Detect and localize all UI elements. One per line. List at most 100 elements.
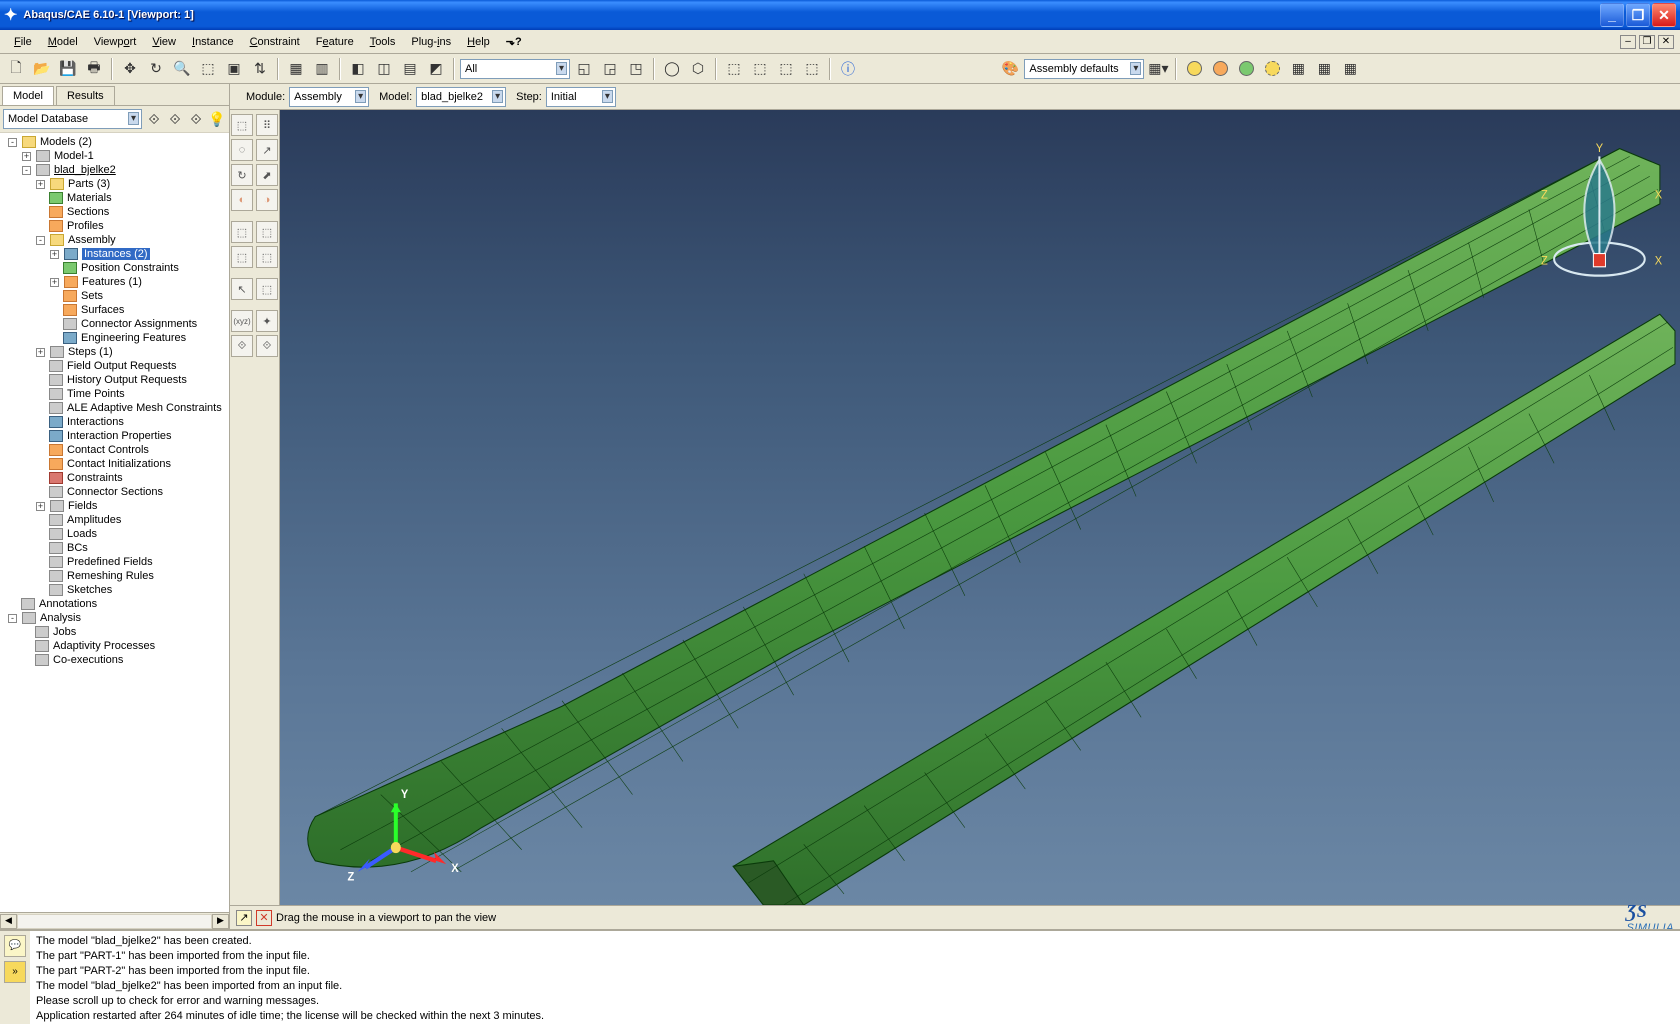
new-button[interactable]: 🗋 [4, 57, 28, 81]
tool-translate2[interactable]: ⬈ [256, 164, 278, 186]
tree-assembly[interactable]: -Assembly [32, 233, 229, 247]
tree-conn-assign[interactable]: Connector Assignments [46, 317, 229, 331]
tree-contact-init[interactable]: Contact Initializations [32, 457, 229, 471]
minimize-button[interactable]: _ [1600, 3, 1624, 27]
iso3-button[interactable]: ⬚ [774, 57, 798, 81]
color-combo[interactable]: Assembly defaults [1024, 59, 1144, 79]
tool-csys[interactable]: ✦ [256, 310, 278, 332]
module-combo[interactable]: Assembly [289, 87, 369, 107]
tree-adaptivity[interactable]: Adaptivity Processes [18, 639, 229, 653]
sel-poly-button[interactable]: ⬡ [686, 57, 710, 81]
tree-surfaces[interactable]: Surfaces [46, 303, 229, 317]
wire-button[interactable]: ◫ [372, 57, 396, 81]
tree-predef[interactable]: Predefined Fields [32, 555, 229, 569]
iso2-button[interactable]: ⬚ [748, 57, 772, 81]
menu-help[interactable]: Help [459, 33, 498, 51]
tab-model[interactable]: Model [2, 86, 54, 105]
tool-linear[interactable]: ⠿ [256, 114, 278, 136]
tree-amplitudes[interactable]: Amplitudes [32, 513, 229, 527]
tree-steps[interactable]: +Steps (1) [32, 345, 229, 359]
tool-t3[interactable]: ◐ [231, 189, 253, 211]
c1-button[interactable] [1182, 57, 1206, 81]
close-button[interactable]: ✕ [1652, 3, 1676, 27]
model-tree[interactable]: -Models (2) +Model-1 -blad_bjelke2 +Part… [0, 133, 229, 912]
tool-t6[interactable]: ⬚ [256, 246, 278, 268]
menu-whatsthis[interactable]: ⬎? [498, 32, 530, 51]
perspective-button[interactable]: ▦ [284, 57, 308, 81]
doc-minimize-button[interactable]: – [1620, 35, 1636, 49]
tree-pos-constraints[interactable]: Position Constraints [46, 261, 229, 275]
tree-sketches[interactable]: Sketches [32, 583, 229, 597]
tree-annotations[interactable]: Annotations [4, 597, 229, 611]
cycle-views-button[interactable]: ⇅ [248, 57, 272, 81]
zoom-button[interactable]: 🔍 [170, 57, 194, 81]
model-combo[interactable]: blad_bjelke2 [416, 87, 506, 107]
tree-tip-button[interactable]: 💡 [208, 110, 226, 128]
c6-button[interactable]: ▦ [1312, 57, 1336, 81]
color-cube-button[interactable]: ▦▾ [1146, 57, 1170, 81]
tool-t7[interactable]: ↖ [231, 278, 253, 300]
palette-icon[interactable]: 🎨 [998, 57, 1022, 81]
fit-button[interactable]: ▣ [222, 57, 246, 81]
tree-model-2[interactable]: -blad_bjelke2 [18, 163, 229, 177]
maximize-button[interactable]: ❐ [1626, 3, 1650, 27]
tree-conn-sections[interactable]: Connector Sections [32, 485, 229, 499]
iso4-button[interactable]: ⬚ [800, 57, 824, 81]
save-button[interactable]: 💾 [56, 57, 80, 81]
info-button[interactable]: ⓘ [836, 57, 860, 81]
shade-button[interactable]: ◧ [346, 57, 370, 81]
menu-feature[interactable]: Feature [308, 33, 362, 51]
menu-tools[interactable]: Tools [362, 33, 404, 51]
tree-bcs[interactable]: BCs [32, 541, 229, 555]
tree-loads[interactable]: Loads [32, 527, 229, 541]
tree-sections[interactable]: Sections [32, 205, 229, 219]
hidden-button[interactable]: ▤ [398, 57, 422, 81]
menu-viewport[interactable]: Viewport [86, 33, 145, 51]
tree-timepoints[interactable]: Time Points [32, 387, 229, 401]
console-messages[interactable]: The model "blad_bjelke2" has been create… [30, 931, 1680, 1024]
sel-all-button[interactable]: ◱ [572, 57, 596, 81]
parallel-button[interactable]: ▥ [310, 57, 334, 81]
shaded-button[interactable]: ◩ [424, 57, 448, 81]
tool-translate[interactable]: ↗ [256, 139, 278, 161]
menu-file[interactable]: File [6, 33, 40, 51]
menu-instance[interactable]: Instance [184, 33, 242, 51]
zoom-window-button[interactable]: ⬚ [196, 57, 220, 81]
tree-for[interactable]: Field Output Requests [32, 359, 229, 373]
tree-hor[interactable]: History Output Requests [32, 373, 229, 387]
tool-t8[interactable]: ⬚ [256, 278, 278, 300]
menu-view[interactable]: View [144, 33, 184, 51]
tree-materials[interactable]: Materials [32, 191, 229, 205]
sel-circle-button[interactable]: ◯ [660, 57, 684, 81]
pan-button[interactable]: ✥ [118, 57, 142, 81]
tool-t4[interactable]: ◑ [256, 189, 278, 211]
tool-t9[interactable]: ⟐ [231, 335, 253, 357]
c5-button[interactable]: ▦ [1286, 57, 1310, 81]
console-btn1[interactable]: 💬 [4, 935, 26, 957]
status-cancel-icon[interactable]: ✕ [256, 910, 272, 926]
tree-interaction-props[interactable]: Interaction Properties [32, 429, 229, 443]
menu-plugins[interactable]: Plug-ins [403, 33, 459, 51]
tool-t10[interactable]: ⟐ [256, 335, 278, 357]
tool-rotate[interactable]: ↻ [231, 164, 253, 186]
tree-sets[interactable]: Sets [46, 289, 229, 303]
tree-profiles[interactable]: Profiles [32, 219, 229, 233]
selection-combo[interactable]: All [460, 59, 570, 79]
tree-btn3[interactable]: ⟐ [187, 110, 205, 128]
tree-model-1[interactable]: +Model-1 [18, 149, 229, 163]
tree-coexec[interactable]: Co-executions [18, 653, 229, 667]
sel-inside-button[interactable]: ◲ [598, 57, 622, 81]
tree-parts[interactable]: +Parts (3) [32, 177, 229, 191]
tree-hscroll[interactable]: ◀▶ [0, 912, 229, 929]
viewport[interactable]: Z X Y Z X X Y [280, 110, 1680, 905]
sel-cross-button[interactable]: ◳ [624, 57, 648, 81]
iso1-button[interactable]: ⬚ [722, 57, 746, 81]
menu-model[interactable]: Model [40, 33, 86, 51]
tool-radial[interactable]: ◌ [231, 139, 253, 161]
tree-contact-controls[interactable]: Contact Controls [32, 443, 229, 457]
tree-models[interactable]: -Models (2) [4, 135, 229, 149]
tool-xyz[interactable]: (xyz) [231, 310, 253, 332]
tree-btn1[interactable]: ⟐ [145, 110, 163, 128]
tree-jobs[interactable]: Jobs [18, 625, 229, 639]
doc-restore-button[interactable]: ❐ [1639, 35, 1655, 49]
